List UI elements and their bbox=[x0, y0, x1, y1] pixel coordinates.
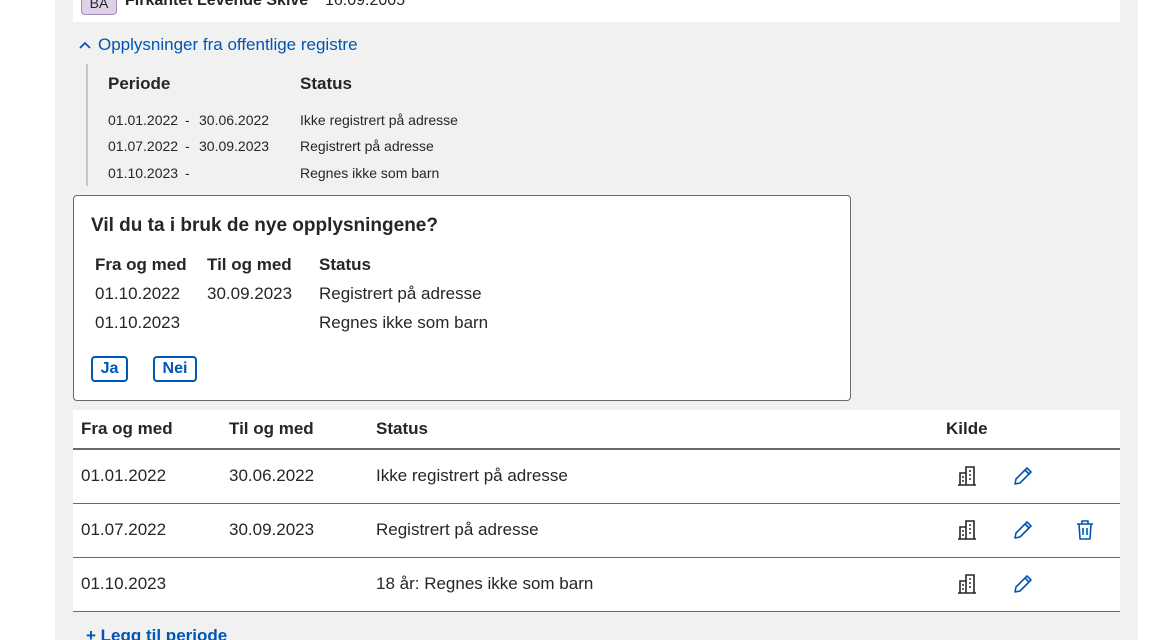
header-status: Status bbox=[376, 419, 428, 438]
building-icon bbox=[958, 466, 976, 486]
confirm-new-info-box: Vil du ta i bruk de nye opplysningene? F… bbox=[73, 195, 851, 401]
header-from: Fra og med bbox=[81, 419, 173, 438]
confirm-title: Vil du ta i bruk de nye opplysningene? bbox=[91, 215, 438, 236]
person-name: Firkantet Levende Skive bbox=[125, 0, 309, 9]
registry-header-period: Periode bbox=[108, 74, 171, 93]
registry-sep: - bbox=[185, 138, 190, 154]
table-row: 01.07.2022 30.09.2023 Registrert på adre… bbox=[73, 504, 1120, 558]
registry-header-status: Status bbox=[300, 74, 352, 93]
table-row: 01.10.2023 18 år: Regnes ikke som barn bbox=[73, 558, 1120, 612]
registry-to: 30.09.2023 bbox=[199, 138, 270, 154]
registry-row: 01.01.2022 - 30.06.2022 Ikke registrert … bbox=[88, 109, 508, 131]
registry-toggle[interactable]: Opplysninger fra offentlige registre bbox=[78, 34, 358, 56]
confirm-from: 01.10.2023 bbox=[95, 313, 181, 332]
no-button[interactable]: Nei bbox=[153, 356, 197, 382]
confirm-to: 30.09.2023 bbox=[207, 284, 293, 303]
person-birthdate: 16.09.2005 bbox=[325, 0, 406, 9]
pencil-icon[interactable] bbox=[1011, 518, 1035, 542]
registry-status: Regnes ikke som barn bbox=[300, 165, 440, 181]
row-from: 01.07.2022 bbox=[81, 520, 167, 539]
row-to: 30.06.2022 bbox=[229, 466, 315, 485]
confirm-header-from: Fra og med bbox=[95, 255, 187, 274]
registry-to: 30.06.2022 bbox=[199, 112, 270, 128]
registry-from: 01.01.2022 bbox=[108, 112, 179, 128]
row-from: 01.01.2022 bbox=[81, 466, 167, 485]
period-table: Fra og med Til og med Status Kilde 01.01… bbox=[73, 410, 1120, 612]
registry-row: 01.10.2023 - Regnes ikke som barn bbox=[88, 162, 508, 184]
row-status: Ikke registrert på adresse bbox=[376, 466, 568, 485]
pencil-icon[interactable] bbox=[1011, 464, 1035, 488]
header-source: Kilde bbox=[946, 419, 988, 438]
table-row: 01.01.2022 30.06.2022 Ikke registrert på… bbox=[73, 450, 1120, 504]
registry-from: 01.10.2023 bbox=[108, 165, 179, 181]
table-header: Fra og med Til og med Status Kilde bbox=[73, 410, 1120, 450]
registry-status: Ikke registrert på adresse bbox=[300, 112, 458, 128]
row-status: Registrert på adresse bbox=[376, 520, 539, 539]
confirm-header-status: Status bbox=[319, 255, 371, 274]
confirm-status: Regnes ikke som barn bbox=[319, 313, 489, 332]
chevron-up-icon bbox=[79, 41, 91, 49]
row-to: 30.09.2023 bbox=[229, 520, 315, 539]
registry-toggle-label: Opplysninger fra offentlige registre bbox=[98, 35, 358, 54]
confirm-header-to: Til og med bbox=[207, 255, 292, 274]
building-icon bbox=[958, 520, 976, 540]
pencil-icon[interactable] bbox=[1011, 572, 1035, 596]
registry-row: 01.07.2022 - 30.09.2023 Registrert på ad… bbox=[88, 135, 508, 157]
add-period-link[interactable]: + Legg til periode bbox=[86, 626, 227, 640]
role-badge: BA bbox=[81, 0, 117, 15]
registry-list: Periode Status 01.01.2022 - 30.06.2022 I… bbox=[86, 64, 506, 186]
confirm-from: 01.10.2022 bbox=[95, 284, 181, 303]
row-from: 01.10.2023 bbox=[81, 574, 167, 593]
row-status: 18 år: Regnes ikke som barn bbox=[376, 574, 594, 593]
building-icon bbox=[958, 574, 976, 594]
registry-sep: - bbox=[185, 165, 190, 181]
trash-icon[interactable] bbox=[1073, 518, 1097, 542]
confirm-status: Registrert på adresse bbox=[319, 284, 482, 303]
header-to: Til og med bbox=[229, 419, 314, 438]
registry-from: 01.07.2022 bbox=[108, 138, 179, 154]
registry-status: Registrert på adresse bbox=[300, 138, 434, 154]
yes-button[interactable]: Ja bbox=[91, 356, 128, 382]
registry-sep: - bbox=[185, 112, 190, 128]
